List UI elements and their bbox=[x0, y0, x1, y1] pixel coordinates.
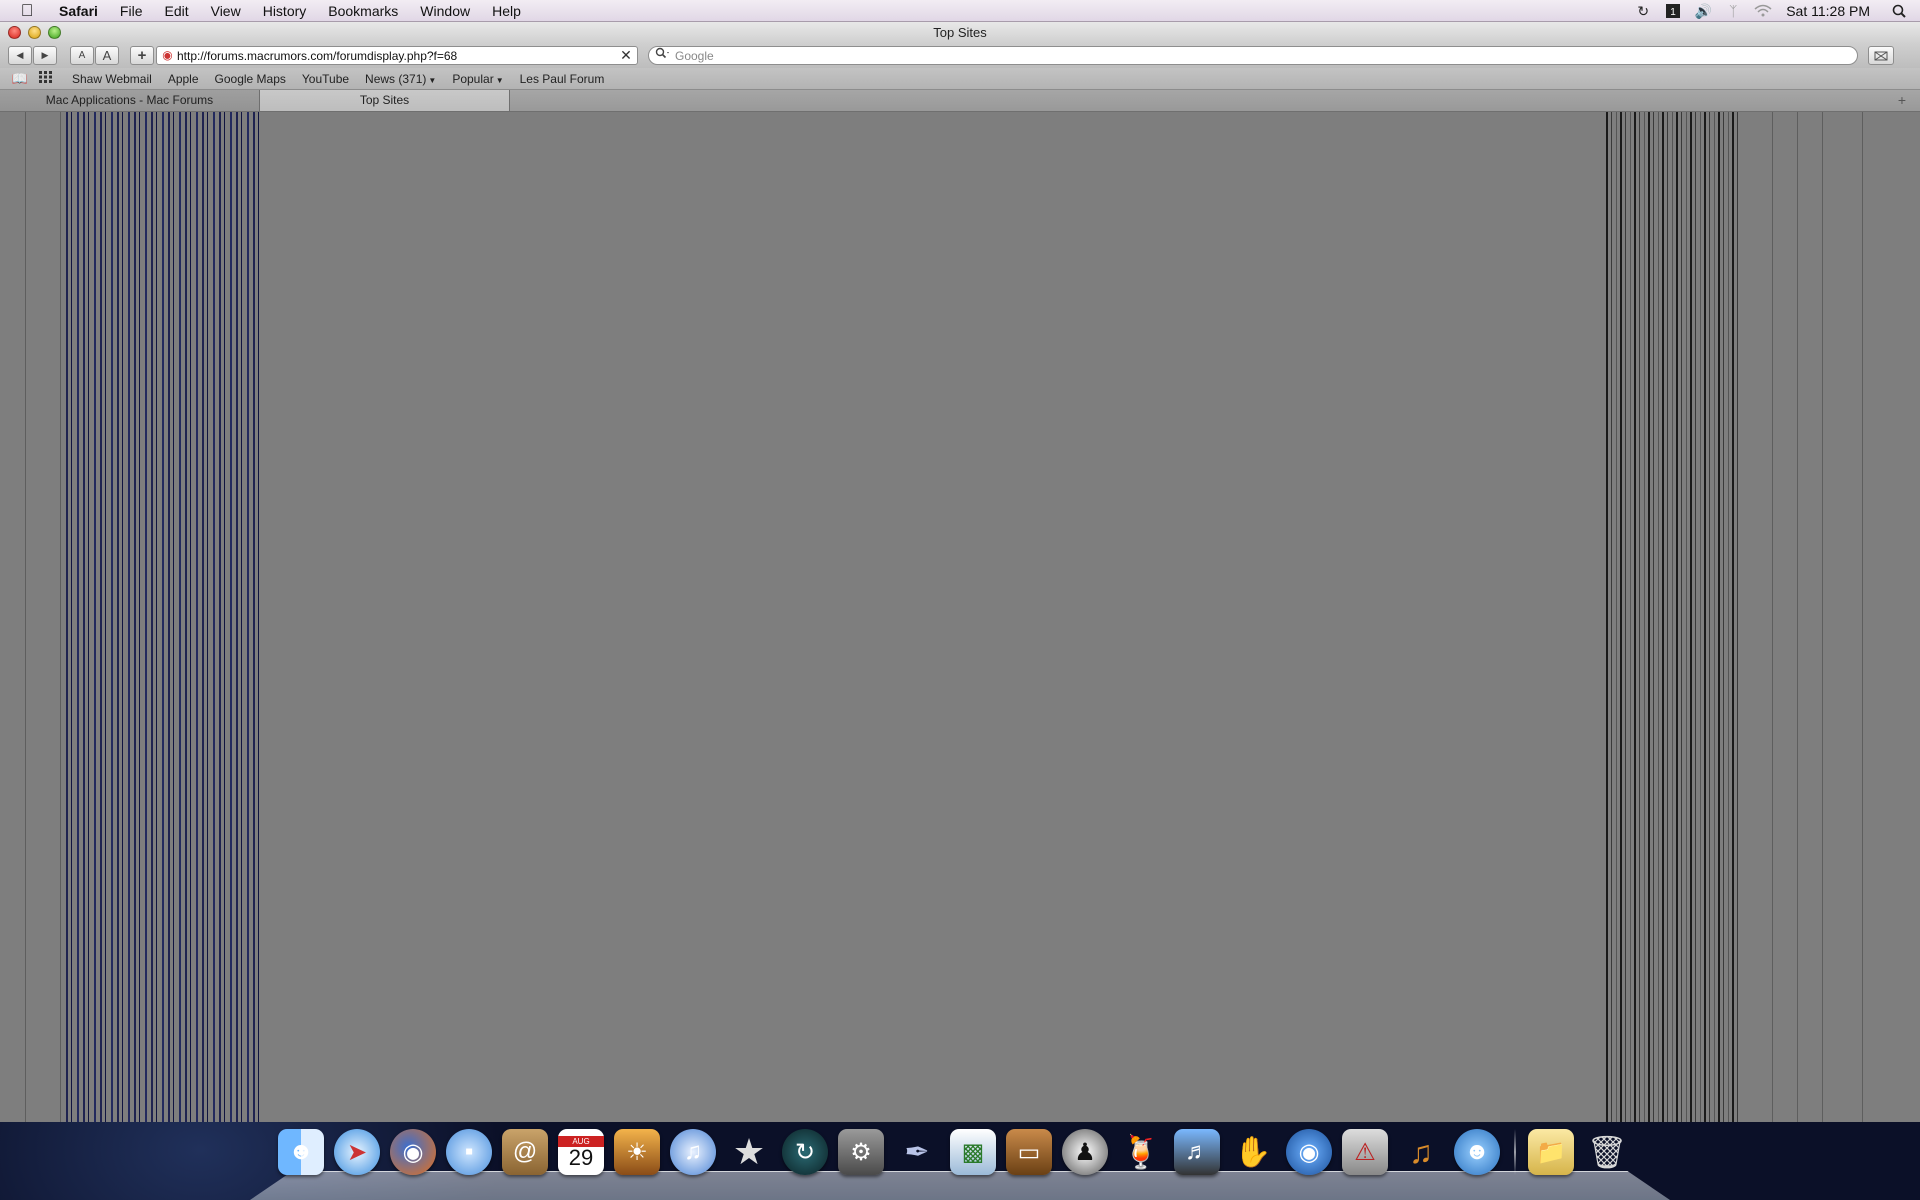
bookmark-les-paul-forum[interactable]: Les Paul Forum bbox=[512, 72, 613, 86]
rendering-artifact-stripes-right bbox=[1606, 112, 1742, 1122]
menu-window[interactable]: Window bbox=[409, 0, 481, 22]
browser-toolbar: ◀ ▶ A A + ◉ ✕ bbox=[0, 44, 1920, 68]
script-editor-icon[interactable]: ✒ bbox=[894, 1129, 940, 1175]
menu-bookmarks[interactable]: Bookmarks bbox=[317, 0, 409, 22]
search-bar bbox=[648, 46, 1858, 65]
menu-app-name[interactable]: Safari bbox=[48, 0, 109, 22]
safari-window: Top Sites ◀ ▶ A A + ◉ ✕ 📖 Shaw Webmail A… bbox=[0, 22, 1920, 1122]
safari-icon[interactable]: ➤ bbox=[334, 1129, 380, 1175]
bookmark-folder-popular[interactable]: Popular ▼ bbox=[444, 72, 511, 86]
image-capture-icon[interactable]: ◉ bbox=[1286, 1129, 1332, 1175]
address-bar: ◉ ✕ bbox=[156, 46, 638, 65]
bookmark-apple[interactable]: Apple bbox=[160, 72, 207, 86]
bookmark-youtube[interactable]: YouTube bbox=[294, 72, 357, 86]
site-favicon-icon: ◉ bbox=[162, 48, 173, 62]
imovie-icon[interactable]: ★ bbox=[726, 1129, 772, 1175]
window-titlebar: Top Sites bbox=[0, 22, 1920, 44]
stop-loading-icon[interactable]: ✕ bbox=[619, 48, 633, 62]
ical-date: 29 bbox=[568, 1144, 594, 1170]
chevron-down-icon: ▼ bbox=[428, 75, 437, 85]
menu-file[interactable]: File bbox=[109, 0, 154, 22]
bookmark-google-maps[interactable]: Google Maps bbox=[207, 72, 294, 86]
tab-top-sites[interactable]: Top Sites bbox=[260, 90, 510, 111]
trash-icon[interactable]: 🗑 bbox=[1584, 1129, 1630, 1175]
wifi-icon[interactable] bbox=[1752, 2, 1774, 20]
utility-icon[interactable]: ⚠ bbox=[1342, 1129, 1388, 1175]
menu-view[interactable]: View bbox=[200, 0, 252, 22]
bluetooth-icon[interactable]: ᛉ bbox=[1722, 2, 1744, 20]
iphoto-icon[interactable]: ☀ bbox=[614, 1129, 660, 1175]
adium-icon[interactable]: ♟ bbox=[1062, 1129, 1108, 1175]
rendering-artifact-line bbox=[1797, 112, 1798, 1122]
menu-history[interactable]: History bbox=[252, 0, 318, 22]
spaces-icon[interactable]: 1 bbox=[1662, 2, 1684, 20]
menu-extras: ↻ 1 🔊 ᛉ Sat 11:28 PM bbox=[1628, 0, 1920, 22]
time-machine-icon[interactable]: ↻ bbox=[1632, 2, 1654, 20]
numbers-icon[interactable]: ▩ bbox=[950, 1129, 996, 1175]
volume-icon[interactable]: 🔊 bbox=[1692, 2, 1714, 20]
window-title: Top Sites bbox=[933, 25, 987, 40]
spotlight-icon[interactable] bbox=[1888, 2, 1910, 20]
url-input[interactable] bbox=[177, 47, 607, 64]
add-bookmark-button[interactable]: + bbox=[130, 46, 154, 65]
finder-icon[interactable]: ☻ bbox=[278, 1129, 324, 1175]
quicksilver-icon[interactable]: ✋ bbox=[1230, 1129, 1276, 1175]
rendering-artifact-line bbox=[60, 112, 61, 1122]
cocktail-icon[interactable]: 🍹 bbox=[1118, 1129, 1164, 1175]
dock: ☻ ➤ ◉ ▪ @ AUG 29 ☀ ♫ ★ ↻ ⚙ ✒ ▩ ▭ ♟ 🍹 ♬ ✋… bbox=[250, 1125, 1670, 1200]
tab-bar: Mac Applications - Mac Forums Top Sites … bbox=[0, 90, 1920, 112]
dock-separator bbox=[1514, 1129, 1516, 1175]
chevron-down-icon: ▼ bbox=[495, 75, 504, 85]
rendering-artifact-line bbox=[1822, 112, 1823, 1122]
system-preferences-icon[interactable]: ⚙ bbox=[838, 1129, 884, 1175]
rendering-artifact-line bbox=[25, 112, 26, 1122]
menu-clock[interactable]: Sat 11:28 PM bbox=[1778, 3, 1884, 19]
iworld-icon[interactable]: ♬ bbox=[1174, 1129, 1220, 1175]
firefox-icon[interactable]: ◉ bbox=[390, 1129, 436, 1175]
dock-icons: ☻ ➤ ◉ ▪ @ AUG 29 ☀ ♫ ★ ↻ ⚙ ✒ ▩ ▭ ♟ 🍹 ♬ ✋… bbox=[278, 1127, 1640, 1177]
new-tab-plus-icon[interactable]: + bbox=[1894, 92, 1910, 108]
search-icon[interactable] bbox=[655, 47, 673, 64]
show-all-bookmarks-icon[interactable]: 📖 bbox=[10, 71, 30, 87]
menu-bar:  Safari File Edit View History Bookmark… bbox=[0, 0, 1920, 22]
bookmark-shaw-webmail[interactable]: Shaw Webmail bbox=[64, 72, 160, 86]
text-smaller-button[interactable]: A bbox=[70, 46, 94, 65]
svg-text:1: 1 bbox=[1670, 7, 1676, 18]
rendering-artifact-line bbox=[1862, 112, 1863, 1122]
back-button[interactable]: ◀ bbox=[8, 46, 32, 65]
apple-menu-icon[interactable]:  bbox=[18, 1, 36, 20]
zoom-window-button[interactable] bbox=[48, 26, 61, 39]
garageband-icon[interactable]: ♫ bbox=[1398, 1129, 1444, 1175]
documents-folder-icon[interactable]: 📁 bbox=[1528, 1129, 1574, 1175]
rendering-artifact-stripes-left bbox=[66, 112, 264, 1122]
ical-icon[interactable]: AUG 29 bbox=[558, 1129, 604, 1175]
time-machine-icon[interactable]: ↻ bbox=[782, 1129, 828, 1175]
report-bug-button[interactable] bbox=[1868, 46, 1894, 65]
rendering-artifact-line bbox=[1772, 112, 1773, 1122]
bookmark-folder-news-label: News (371) bbox=[365, 71, 427, 86]
search-input[interactable] bbox=[675, 47, 1845, 64]
tab-mac-applications[interactable]: Mac Applications - Mac Forums bbox=[0, 90, 260, 111]
close-window-button[interactable] bbox=[8, 26, 21, 39]
address-book-icon[interactable]: @ bbox=[502, 1129, 548, 1175]
ichat-icon[interactable]: ▪ bbox=[446, 1129, 492, 1175]
itunes-icon[interactable]: ♫ bbox=[670, 1129, 716, 1175]
bookmark-folder-popular-label: Popular bbox=[452, 71, 494, 86]
menu-help[interactable]: Help bbox=[481, 0, 532, 22]
forward-button[interactable]: ▶ bbox=[33, 46, 57, 65]
keynote-icon[interactable]: ▭ bbox=[1006, 1129, 1052, 1175]
minimize-window-button[interactable] bbox=[28, 26, 41, 39]
bug-icon bbox=[1874, 51, 1888, 60]
bookmarks-bar: 📖 Shaw Webmail Apple Google Maps YouTube… bbox=[0, 68, 1920, 90]
text-larger-button[interactable]: A bbox=[95, 46, 119, 65]
messenger-icon[interactable]: ☻ bbox=[1454, 1129, 1500, 1175]
bookmark-folder-news[interactable]: News (371) ▼ bbox=[357, 72, 444, 86]
top-sites-grid-icon[interactable] bbox=[36, 70, 56, 87]
page-content-area[interactable] bbox=[0, 112, 1920, 1122]
menu-edit[interactable]: Edit bbox=[153, 0, 199, 22]
